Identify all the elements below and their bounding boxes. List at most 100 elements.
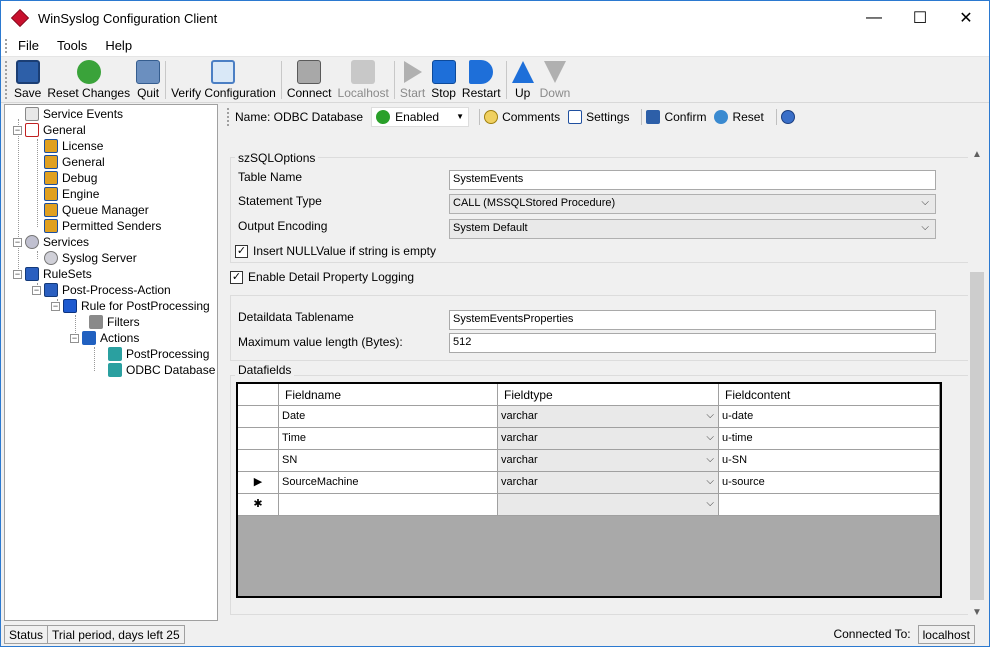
actions-icon bbox=[82, 331, 96, 345]
fieldtype-cell[interactable]: varchar ⌵ bbox=[498, 472, 719, 494]
sql-options-title: szSQLOptions bbox=[235, 151, 319, 165]
settings-button[interactable]: Settings bbox=[568, 109, 629, 124]
statement-type-value: CALL (MSSQLStored Procedure) bbox=[453, 197, 616, 209]
tree-label: Rule for PostProcessing bbox=[81, 299, 210, 313]
enabled-dropdown[interactable]: Enabled ▼ bbox=[371, 106, 470, 127]
comments-button[interactable]: Comments bbox=[484, 109, 560, 124]
save-button[interactable]: Save bbox=[11, 58, 44, 102]
menu-tools[interactable]: Tools bbox=[48, 38, 96, 53]
tree-item-queue-manager[interactable]: Queue Manager bbox=[44, 202, 149, 218]
tree-item-services[interactable]: − Services bbox=[13, 234, 89, 250]
column-header-fieldname[interactable]: Fieldname bbox=[279, 384, 498, 406]
collapse-icon[interactable]: − bbox=[32, 285, 41, 295]
insert-null-checkbox[interactable]: ✓ Insert NULLValue if string is empty bbox=[235, 244, 436, 258]
table-row[interactable]: ▶ SourceMachine varchar ⌵ u-source bbox=[238, 472, 940, 494]
tree-item-syslog-server[interactable]: Syslog Server bbox=[44, 250, 137, 266]
fieldname-cell[interactable] bbox=[279, 494, 498, 516]
collapse-icon[interactable]: − bbox=[13, 269, 22, 279]
fieldname-cell[interactable]: SN bbox=[279, 450, 498, 472]
tree-item-permitted-senders[interactable]: Permitted Senders bbox=[44, 218, 161, 234]
collapse-icon[interactable]: − bbox=[13, 125, 22, 135]
start-button[interactable]: Start bbox=[397, 58, 428, 102]
enable-detail-logging-checkbox[interactable]: ✓ Enable Detail Property Logging bbox=[230, 270, 414, 284]
fieldtype-cell[interactable]: varchar ⌵ bbox=[498, 406, 719, 428]
quit-button[interactable]: Quit bbox=[133, 58, 163, 102]
reset-button[interactable]: Reset bbox=[714, 109, 764, 124]
chevron-down-icon: ⌵ bbox=[706, 454, 714, 465]
up-button[interactable]: Up bbox=[509, 58, 537, 102]
column-header-fieldtype[interactable]: Fieldtype bbox=[498, 384, 719, 406]
fieldtype-cell[interactable]: varchar ⌵ bbox=[498, 428, 719, 450]
menu-file[interactable]: File bbox=[9, 38, 48, 53]
document-gear-icon bbox=[25, 107, 39, 121]
output-encoding-select[interactable]: System Default ⌵ bbox=[449, 219, 936, 239]
configuration-tree[interactable]: Service Events − General License General… bbox=[4, 104, 218, 621]
table-name-input[interactable]: SystemEvents bbox=[449, 170, 936, 190]
tree-item-debug[interactable]: Debug bbox=[44, 170, 97, 186]
tree-item-filters[interactable]: Filters bbox=[89, 314, 140, 330]
tree-item-rule-for-postprocessing[interactable]: − Rule for PostProcessing bbox=[51, 298, 210, 314]
table-row[interactable]: Time varchar ⌵ u-time bbox=[238, 428, 940, 450]
menu-bar: File Tools Help bbox=[1, 35, 989, 57]
fieldtype-cell[interactable]: varchar ⌵ bbox=[498, 450, 719, 472]
grid-header-row: Fieldname Fieldtype Fieldcontent bbox=[238, 384, 940, 406]
tree-item-rulesets[interactable]: − RuleSets bbox=[13, 266, 92, 282]
check-circle-icon bbox=[376, 109, 391, 124]
scrollbar-thumb[interactable] bbox=[970, 272, 984, 600]
tree-item-engine[interactable]: Engine bbox=[44, 186, 99, 202]
fieldcontent-cell[interactable] bbox=[719, 494, 940, 516]
scroll-down-icon[interactable]: ▼ bbox=[968, 604, 986, 621]
fieldtype-cell[interactable]: ⌵ bbox=[498, 494, 719, 516]
checkmark-icon: ✓ bbox=[230, 270, 243, 284]
tree-item-license[interactable]: License bbox=[44, 138, 103, 154]
menu-help[interactable]: Help bbox=[96, 38, 141, 53]
confirm-button[interactable]: Confirm bbox=[646, 109, 706, 124]
collapse-icon[interactable]: − bbox=[70, 333, 79, 343]
table-row[interactable]: Date varchar ⌵ u-date bbox=[238, 406, 940, 428]
detail-tablename-input[interactable]: SystemEventsProperties bbox=[449, 310, 936, 330]
help-button[interactable] bbox=[780, 109, 799, 124]
fieldname-cell[interactable]: SourceMachine bbox=[279, 472, 498, 494]
datafields-grid[interactable]: Fieldname Fieldtype Fieldcontent Date va… bbox=[236, 382, 942, 598]
stop-button[interactable]: Stop bbox=[428, 58, 459, 102]
scroll-up-icon[interactable]: ▲ bbox=[968, 146, 986, 163]
verify-label: Verify Configuration bbox=[171, 86, 276, 100]
app-logo-icon bbox=[10, 8, 30, 28]
tree-item-actions[interactable]: − Actions bbox=[70, 330, 139, 346]
fieldname-cell[interactable]: Time bbox=[279, 428, 498, 450]
fieldcontent-cell[interactable]: u-date bbox=[719, 406, 940, 428]
reset-changes-button[interactable]: Reset Changes bbox=[44, 58, 133, 102]
gear-icon bbox=[44, 251, 58, 265]
fieldname-cell[interactable]: Date bbox=[279, 406, 498, 428]
tree-item-post-process-action[interactable]: − Post-Process-Action bbox=[32, 282, 171, 298]
minimize-button[interactable]: — bbox=[851, 1, 897, 35]
tree-item-general-settings[interactable]: General bbox=[44, 154, 105, 170]
tree-item-odbc-database[interactable]: ODBC Database bbox=[108, 362, 215, 378]
column-header-fieldcontent[interactable]: Fieldcontent bbox=[719, 384, 940, 406]
tree-item-service-events[interactable]: Service Events bbox=[25, 106, 123, 122]
play-icon bbox=[403, 61, 422, 83]
table-row[interactable]: SN varchar ⌵ u-SN bbox=[238, 450, 940, 472]
fieldcontent-cell[interactable]: u-time bbox=[719, 428, 940, 450]
toolbar-grip bbox=[227, 107, 231, 126]
close-button[interactable]: ✕ bbox=[943, 1, 989, 35]
connect-button[interactable]: Connect bbox=[284, 58, 335, 102]
fieldcontent-cell[interactable]: u-SN bbox=[719, 450, 940, 472]
max-value-length-input[interactable]: 512 bbox=[449, 333, 936, 353]
connected-host: localhost bbox=[917, 625, 975, 644]
down-button[interactable]: Down bbox=[537, 58, 574, 102]
tree-item-general[interactable]: − General bbox=[13, 122, 86, 138]
statement-type-select[interactable]: CALL (MSSQLStored Procedure) ⌵ bbox=[449, 194, 936, 214]
new-row[interactable]: ✱ ⌵ bbox=[238, 494, 940, 516]
collapse-icon[interactable]: − bbox=[13, 237, 22, 247]
tree-item-postprocessing[interactable]: PostProcessing bbox=[108, 346, 209, 362]
tree-label: PostProcessing bbox=[126, 347, 210, 361]
row-marker bbox=[238, 406, 279, 428]
vertical-scrollbar[interactable]: ▲ ▼ bbox=[968, 146, 986, 621]
localhost-button[interactable]: Localhost bbox=[335, 58, 392, 102]
collapse-icon[interactable]: − bbox=[51, 301, 60, 311]
fieldcontent-cell[interactable]: u-source bbox=[719, 472, 940, 494]
maximize-button[interactable]: ☐ bbox=[897, 1, 943, 35]
restart-button[interactable]: Restart bbox=[459, 58, 504, 102]
verify-configuration-button[interactable]: Verify Configuration bbox=[168, 58, 279, 102]
